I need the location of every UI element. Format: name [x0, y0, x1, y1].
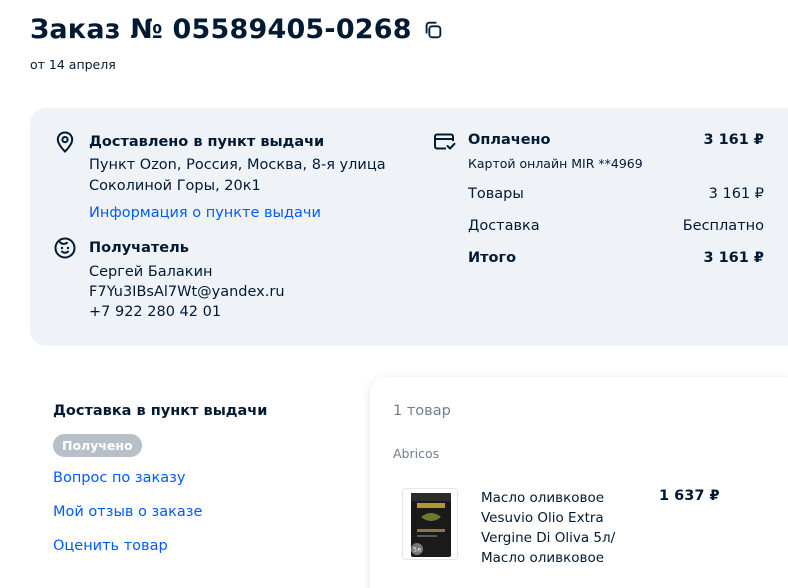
recipient-phone: +7 922 280 42 01 [89, 304, 222, 320]
order-date: от 14 апреля [30, 57, 116, 72]
payment-method: Картой онлайн MIR **4969 [468, 156, 643, 171]
olive-oil-can-image: 5л [411, 493, 451, 557]
status-badge: Получено [53, 434, 142, 457]
product-price: 1 637 ₽ [659, 488, 720, 504]
payment-status-amount: 3 161 ₽ [703, 132, 764, 148]
shipping-row: Доставка Бесплатно [468, 218, 764, 234]
card-icon [434, 133, 456, 150]
page-title: Заказ № 05589405-0268 [30, 14, 412, 45]
recipient-name: Сергей Балакин [89, 264, 213, 280]
goods-amount: 3 161 ₽ [708, 186, 764, 202]
order-question-link[interactable]: Вопрос по заказу [53, 470, 185, 486]
order-header: Заказ № 05589405-0268 [30, 14, 444, 45]
recipient-email: F7Yu3IBsAl7Wt@yandex.ru [89, 284, 285, 300]
delivery-status: Доставлено в пункт выдачи [89, 134, 325, 150]
shipping-value: Бесплатно [682, 218, 764, 234]
pickup-address-line1: Пункт Ozon, Россия, Москва, 8-я улица [89, 157, 386, 173]
pickup-address-line2: Соколиной Горы, 20к1 [89, 178, 261, 194]
delivery-type-title: Доставка в пункт выдачи [53, 403, 268, 419]
items-count: 1 товар [393, 403, 451, 419]
recipient-heading: Получатель [89, 240, 189, 256]
total-amount: 3 161 ₽ [703, 250, 764, 266]
product-image[interactable]: 5л [402, 488, 458, 560]
location-pin-icon [56, 131, 74, 153]
payment-status: Оплачено [468, 132, 551, 148]
face-icon [54, 237, 76, 259]
shipping-label: Доставка [468, 218, 540, 234]
goods-label: Товары [468, 186, 524, 202]
pickup-info-link[interactable]: Информация о пункте выдачи [89, 203, 321, 224]
total-label: Итого [468, 250, 517, 266]
seller-name[interactable]: Abricos [393, 446, 439, 461]
total-row: Итого 3 161 ₽ [468, 250, 764, 266]
volume-badge: 5л [413, 547, 421, 554]
copy-icon[interactable] [422, 19, 444, 41]
product-name[interactable]: Масло оливковое Vesuvio Olio Extra Vergi… [481, 488, 631, 568]
rate-product-link[interactable]: Оценить товар [53, 538, 168, 554]
my-review-link[interactable]: Мой отзыв о заказе [53, 504, 202, 520]
payment-status-row: Оплачено 3 161 ₽ [468, 132, 764, 148]
goods-row: Товары 3 161 ₽ [468, 186, 764, 202]
